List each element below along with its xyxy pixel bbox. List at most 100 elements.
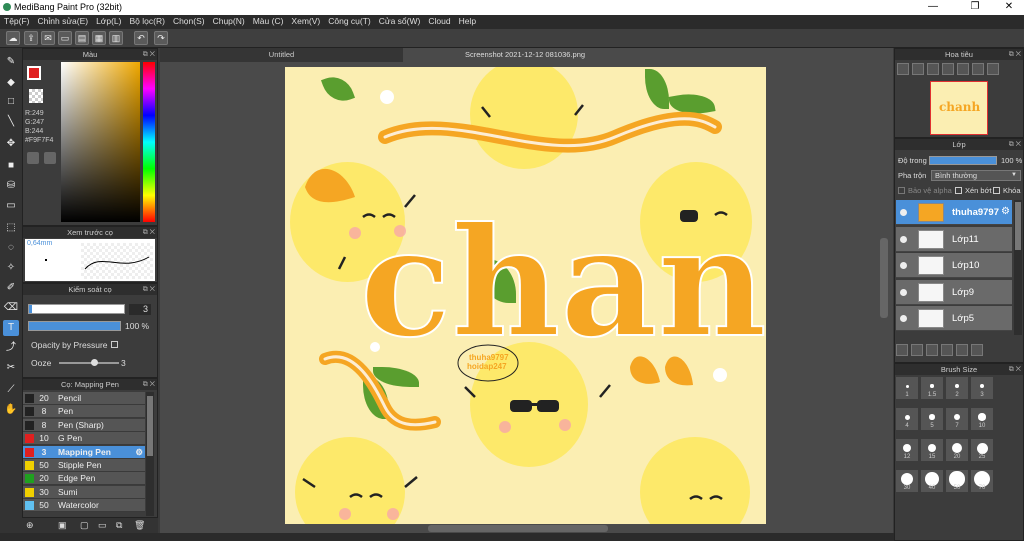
new-8bit-layer-icon[interactable] [926,344,938,356]
menu-tools[interactable]: Công cụ(T) [324,15,375,26]
layer-row[interactable]: Lớp5 [896,306,1012,331]
blend-select[interactable]: Bình thường ▼ [931,170,1021,181]
brush-size-option[interactable]: 70 [971,470,993,492]
canvas-horizontal-scrollbar[interactable] [428,525,608,532]
layer-folder-icon[interactable] [956,344,968,356]
clipping-checkbox[interactable] [955,187,962,194]
new-halftone-layer-icon[interactable] [911,344,923,356]
upload-icon[interactable]: ⇪ [24,31,38,45]
navigator-thumbnail[interactable]: chanh [930,81,988,135]
menu-window[interactable]: Cửa sổ(W) [375,15,425,26]
rotate-right-icon[interactable] [972,63,984,75]
rectangle-tool-icon[interactable]: □ [3,94,19,110]
eyedropper-tool-icon[interactable]: ⟋ [3,382,19,398]
undo-icon[interactable]: ↶ [134,31,148,45]
duplicate-layer-icon[interactable] [971,344,983,356]
brush-size-option[interactable]: 1.5 [921,377,943,399]
brush-size-option[interactable]: 2 [946,377,968,399]
brush-list-scrollbar[interactable] [146,392,154,516]
lock-checkbox[interactable] [993,187,1000,194]
brush-size-option[interactable]: 20 [946,439,968,461]
brush-size-option[interactable]: 50 [946,470,968,492]
opacity-slider[interactable] [28,321,121,331]
fit-icon[interactable] [927,63,939,75]
minimize-button[interactable]: — [918,1,948,12]
text-tool-icon[interactable]: T [3,320,19,336]
eye-icon[interactable] [900,209,907,216]
reset-icon[interactable] [957,63,969,75]
gradient-tool-icon[interactable]: ▭ [3,198,19,214]
menu-filter[interactable]: Bộ lọc(R) [126,15,169,26]
color-wheel-icon[interactable] [44,152,56,164]
close-button[interactable]: ✕ [994,1,1024,12]
brush-size-option[interactable]: 7 [946,408,968,430]
menu-select[interactable]: Chọn(S) [169,15,209,26]
rotate-left-icon[interactable] [942,63,954,75]
grid-icon[interactable]: ▦ [92,31,106,45]
brush-size-option[interactable]: 10 [971,408,993,430]
brush-list-item[interactable]: 8 Pen [23,405,145,419]
brush-duplicate-icon[interactable]: ⧉ [116,520,122,531]
brush-list-item[interactable]: 20 Edge Pen [23,472,145,486]
foreground-color-swatch[interactable] [27,66,41,80]
menu-cloud[interactable]: Cloud [424,15,454,26]
new-layer-icon[interactable] [896,344,908,356]
page-icon[interactable]: ▥ [109,31,123,45]
brush-list-item[interactable]: 30 Sumi [23,485,145,499]
tab-screenshot[interactable]: Screenshot 2021-12-12 081036.png [405,48,645,62]
hue-slider[interactable] [143,62,155,222]
menu-file[interactable]: Tệp(F) [0,15,34,26]
brush-add-icon[interactable]: ⊕ [26,520,34,531]
brush-size-option[interactable]: 15 [921,439,943,461]
brush-size-option[interactable]: 25 [971,439,993,461]
brush-menu-icon[interactable]: ▣ [58,520,67,531]
brush-size-option[interactable]: 40 [921,470,943,492]
protect-alpha-checkbox[interactable] [898,187,905,194]
brush-size-option[interactable]: 12 [896,439,918,461]
line-tool-icon[interactable]: ╲ [3,114,19,130]
zoom-in-icon[interactable] [897,63,909,75]
lasso-tool-icon[interactable]: ◌ [3,240,19,256]
brush-folder-icon[interactable]: ▭ [98,520,107,531]
eye-icon[interactable] [900,262,907,269]
cloud-icon[interactable]: ☁ [6,31,20,45]
brush-list-item[interactable]: 3 Mapping Pen ⚙ [23,445,145,459]
brush-delete-icon[interactable]: 🗑 [134,520,145,531]
color-saturation-picker[interactable] [61,62,140,222]
artwork-canvas[interactable]: chanh thuha9797 hoidap247 [285,67,766,524]
menu-help[interactable]: Help [455,15,480,26]
brush-size-option[interactable]: 30 [896,470,918,492]
layer-row[interactable]: thuha9797 ⚙ [896,200,1012,225]
brush-size-option[interactable]: 4 [896,408,918,430]
hand-tool-icon[interactable]: ✋ [3,402,19,418]
brush-tool-icon[interactable]: ✎ [3,54,19,70]
brush-list-item[interactable]: 20 Pencil [23,392,145,405]
operation-tool-icon[interactable]: ⤴ [3,340,19,356]
eraser-tool-icon[interactable]: ◆ [3,75,19,91]
brush-list-item[interactable]: 8 Pen (Sharp) [23,418,145,432]
layer-row[interactable]: Lớp11 [896,226,1012,252]
menu-view[interactable]: Xem(V) [287,15,324,26]
brush-size-option[interactable]: 1 [896,377,918,399]
palette-icon[interactable] [27,152,39,164]
brush-list-item[interactable]: 50 Watercolor [23,499,145,513]
menu-color[interactable]: Màu (C) [249,15,288,26]
layer-row[interactable]: Lớp9 [896,279,1012,305]
brush-size-slider[interactable] [28,304,125,314]
brush-size-option[interactable]: 5 [921,408,943,430]
brush-list-item[interactable]: 50 Stipple Pen [23,459,145,472]
zoom-out-icon[interactable] [912,63,924,75]
divide-tool-icon[interactable]: ✂ [3,360,19,376]
brush-copy-icon[interactable]: ▢ [80,520,89,531]
ooze-slider[interactable] [59,359,119,366]
layer-row[interactable]: Lớp10 [896,253,1012,278]
brush-size-option[interactable]: 3 [971,377,993,399]
move-tool-icon[interactable]: ✥ [3,136,19,152]
bucket-tool-icon[interactable]: ⛁ [3,178,19,194]
maximize-button[interactable]: ❐ [960,1,990,12]
menu-layer[interactable]: Lớp(L) [92,15,125,26]
select-pen-icon[interactable]: ✐ [3,280,19,296]
eye-icon[interactable] [900,288,907,296]
eye-icon[interactable] [900,315,907,322]
document-icon[interactable]: ▤ [75,31,89,45]
